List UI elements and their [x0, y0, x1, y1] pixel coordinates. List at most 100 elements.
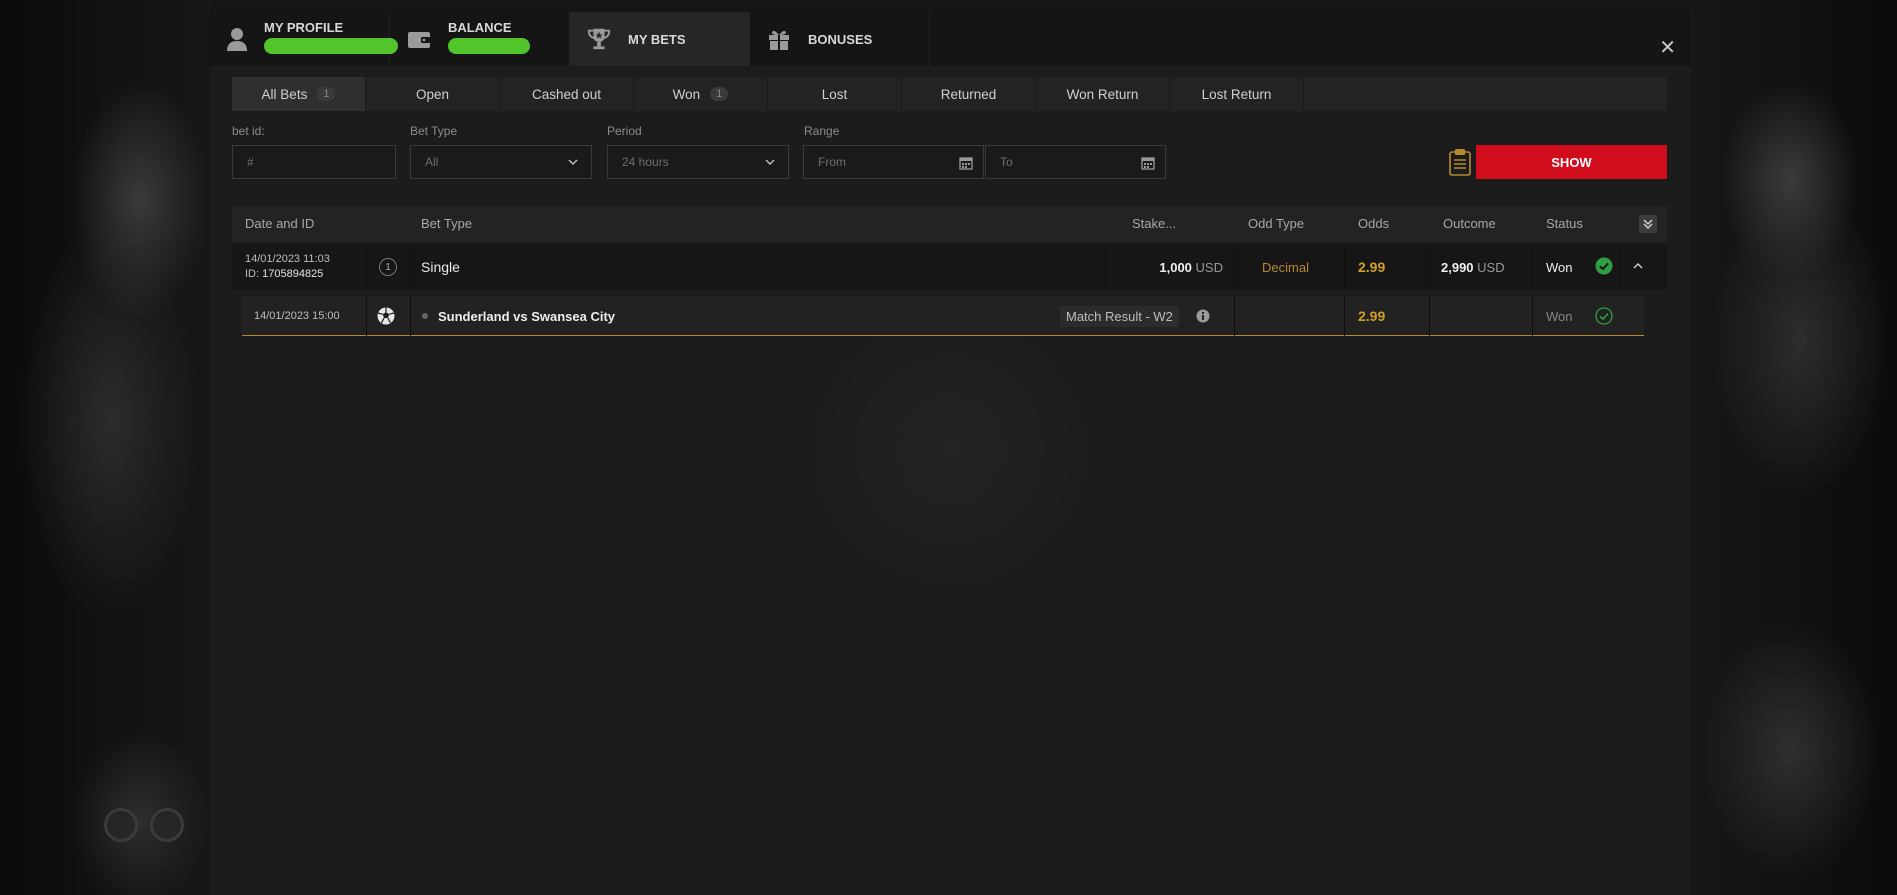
cell-divider — [1105, 244, 1106, 290]
bet-odds: 2.99 — [1358, 259, 1386, 275]
cell-divider — [1344, 296, 1345, 336]
goggle-decor — [104, 808, 138, 842]
account-header-tabs: MY PROFILE BALANCE MY BETS BONUSES ✕ — [210, 12, 1690, 66]
odd-type: Decimal — [1262, 259, 1309, 275]
tab-bonuses[interactable]: BONUSES — [750, 12, 930, 66]
tab-my-bets[interactable]: MY BETS — [570, 12, 750, 66]
input-placeholder: # — [247, 155, 254, 169]
cell-divider — [410, 244, 411, 290]
outcome-amount: 2,990 — [1441, 259, 1474, 275]
tab-label: Won Return — [1066, 86, 1139, 102]
chevron-up-icon — [1632, 260, 1644, 275]
tab-label: Lost — [821, 86, 848, 102]
cell-divider — [1429, 296, 1430, 336]
range-to-input[interactable]: To — [985, 145, 1166, 179]
bet-id: 1705894825 — [262, 268, 324, 280]
tab-label: BALANCE — [448, 20, 512, 35]
selection-status: Won — [1546, 308, 1573, 324]
selection-row: 14/01/2023 15:00 Sunderland vs Swansea C… — [242, 296, 1644, 336]
select-value: All — [425, 155, 439, 169]
tab-open[interactable]: Open — [366, 77, 500, 111]
background-art-left — [0, 0, 210, 895]
selection-odds: 2.99 — [1358, 308, 1386, 324]
bet-id-prefix: ID: — [245, 268, 260, 280]
chevron-down-icon — [567, 156, 579, 171]
tab-label: Open — [415, 86, 450, 102]
tab-label: MY BETS — [628, 31, 686, 47]
event-name: Sunderland vs Swansea City — [438, 308, 616, 324]
col-bet-type: Bet Type — [421, 216, 473, 231]
info-icon[interactable] — [1196, 296, 1210, 336]
tab-returned[interactable]: Returned — [902, 77, 1036, 111]
collapse-row-button[interactable] — [1632, 244, 1644, 290]
col-date-id: Date and ID — [245, 216, 315, 231]
cell-divider — [366, 244, 367, 290]
period-label: Period — [607, 124, 642, 138]
stake-amount: 1,000 — [1159, 259, 1192, 275]
bet-type-label: Bet Type — [410, 124, 458, 138]
calendar-icon[interactable] — [959, 156, 973, 173]
range-label: Range — [804, 124, 840, 138]
selection-date: 14/01/2023 15:00 — [254, 310, 340, 322]
count-badge: 1 — [710, 87, 729, 101]
tab-label: Cashed out — [531, 86, 602, 102]
bet-date: 14/01/2023 11:03 — [245, 253, 330, 265]
col-odds: Odds — [1358, 216, 1390, 231]
collapse-all-button[interactable] — [1639, 215, 1657, 233]
tab-label: Won — [672, 86, 701, 102]
cell-divider — [1234, 244, 1235, 290]
tab-balance[interactable]: BALANCE — [390, 12, 570, 66]
input-placeholder: From — [818, 155, 846, 169]
cell-divider — [410, 296, 411, 336]
close-icon[interactable]: ✕ — [1659, 38, 1676, 58]
user-icon — [226, 26, 248, 52]
bet-id-input[interactable]: # — [232, 145, 396, 179]
tab-cashed-out[interactable]: Cashed out — [500, 77, 634, 111]
bet-type-select[interactable]: All — [410, 145, 592, 179]
col-status: Status — [1546, 216, 1583, 231]
modal-top-strip — [210, 0, 1690, 12]
bullet-dot — [422, 313, 428, 319]
trophy-icon — [586, 26, 612, 52]
tab-lost[interactable]: Lost — [768, 77, 902, 111]
my-bets-modal: MY PROFILE BALANCE MY BETS BONUSES ✕ All… — [210, 0, 1690, 895]
tab-my-profile[interactable]: MY PROFILE — [210, 12, 398, 66]
bet-id-label: bet id: — [232, 124, 265, 138]
clipboard-icon[interactable] — [1448, 148, 1472, 176]
show-button[interactable]: SHOW — [1476, 145, 1667, 179]
tab-label: BONUSES — [808, 31, 873, 47]
cell-divider — [1532, 244, 1533, 290]
tab-all-bets[interactable]: All Bets 1 — [232, 77, 366, 111]
redacted-balance — [448, 38, 530, 54]
tab-won-return[interactable]: Won Return — [1036, 77, 1170, 111]
bet-type: Single — [421, 259, 460, 275]
bets-table: Date and ID Bet Type Stake... Odd Type O… — [232, 206, 1667, 336]
period-select[interactable]: 24 hours — [607, 145, 789, 179]
wallet-icon — [406, 26, 432, 52]
bet-status: Won — [1546, 259, 1573, 275]
tab-lost-return[interactable]: Lost Return — [1170, 77, 1304, 111]
tab-won[interactable]: Won 1 — [634, 77, 768, 111]
input-placeholder: To — [1000, 155, 1013, 169]
redacted-username — [264, 38, 398, 54]
bet-number-badge: 1 — [379, 258, 397, 276]
cell-divider — [366, 296, 367, 336]
cell-divider — [1344, 244, 1345, 290]
bet-row[interactable]: 14/01/2023 11:03 ID: 1705894825 1 Single… — [232, 244, 1667, 290]
count-badge: 1 — [317, 87, 336, 101]
stake-currency: USD — [1195, 259, 1223, 275]
goggle-decor — [150, 808, 184, 842]
select-value: 24 hours — [622, 155, 669, 169]
cell-divider — [1619, 244, 1620, 290]
col-outcome: Outcome — [1443, 216, 1496, 231]
tab-label: MY PROFILE — [264, 20, 344, 35]
calendar-icon[interactable] — [1141, 156, 1155, 173]
range-from-input[interactable]: From — [803, 145, 984, 179]
soccer-ball-icon — [377, 296, 395, 336]
col-odd-type: Odd Type — [1248, 216, 1305, 231]
tab-label: Lost Return — [1201, 86, 1272, 102]
watermark-logo — [800, 300, 1100, 600]
outcome-currency: USD — [1477, 259, 1505, 275]
won-check-outline-icon — [1595, 296, 1613, 336]
gift-icon — [766, 26, 792, 52]
